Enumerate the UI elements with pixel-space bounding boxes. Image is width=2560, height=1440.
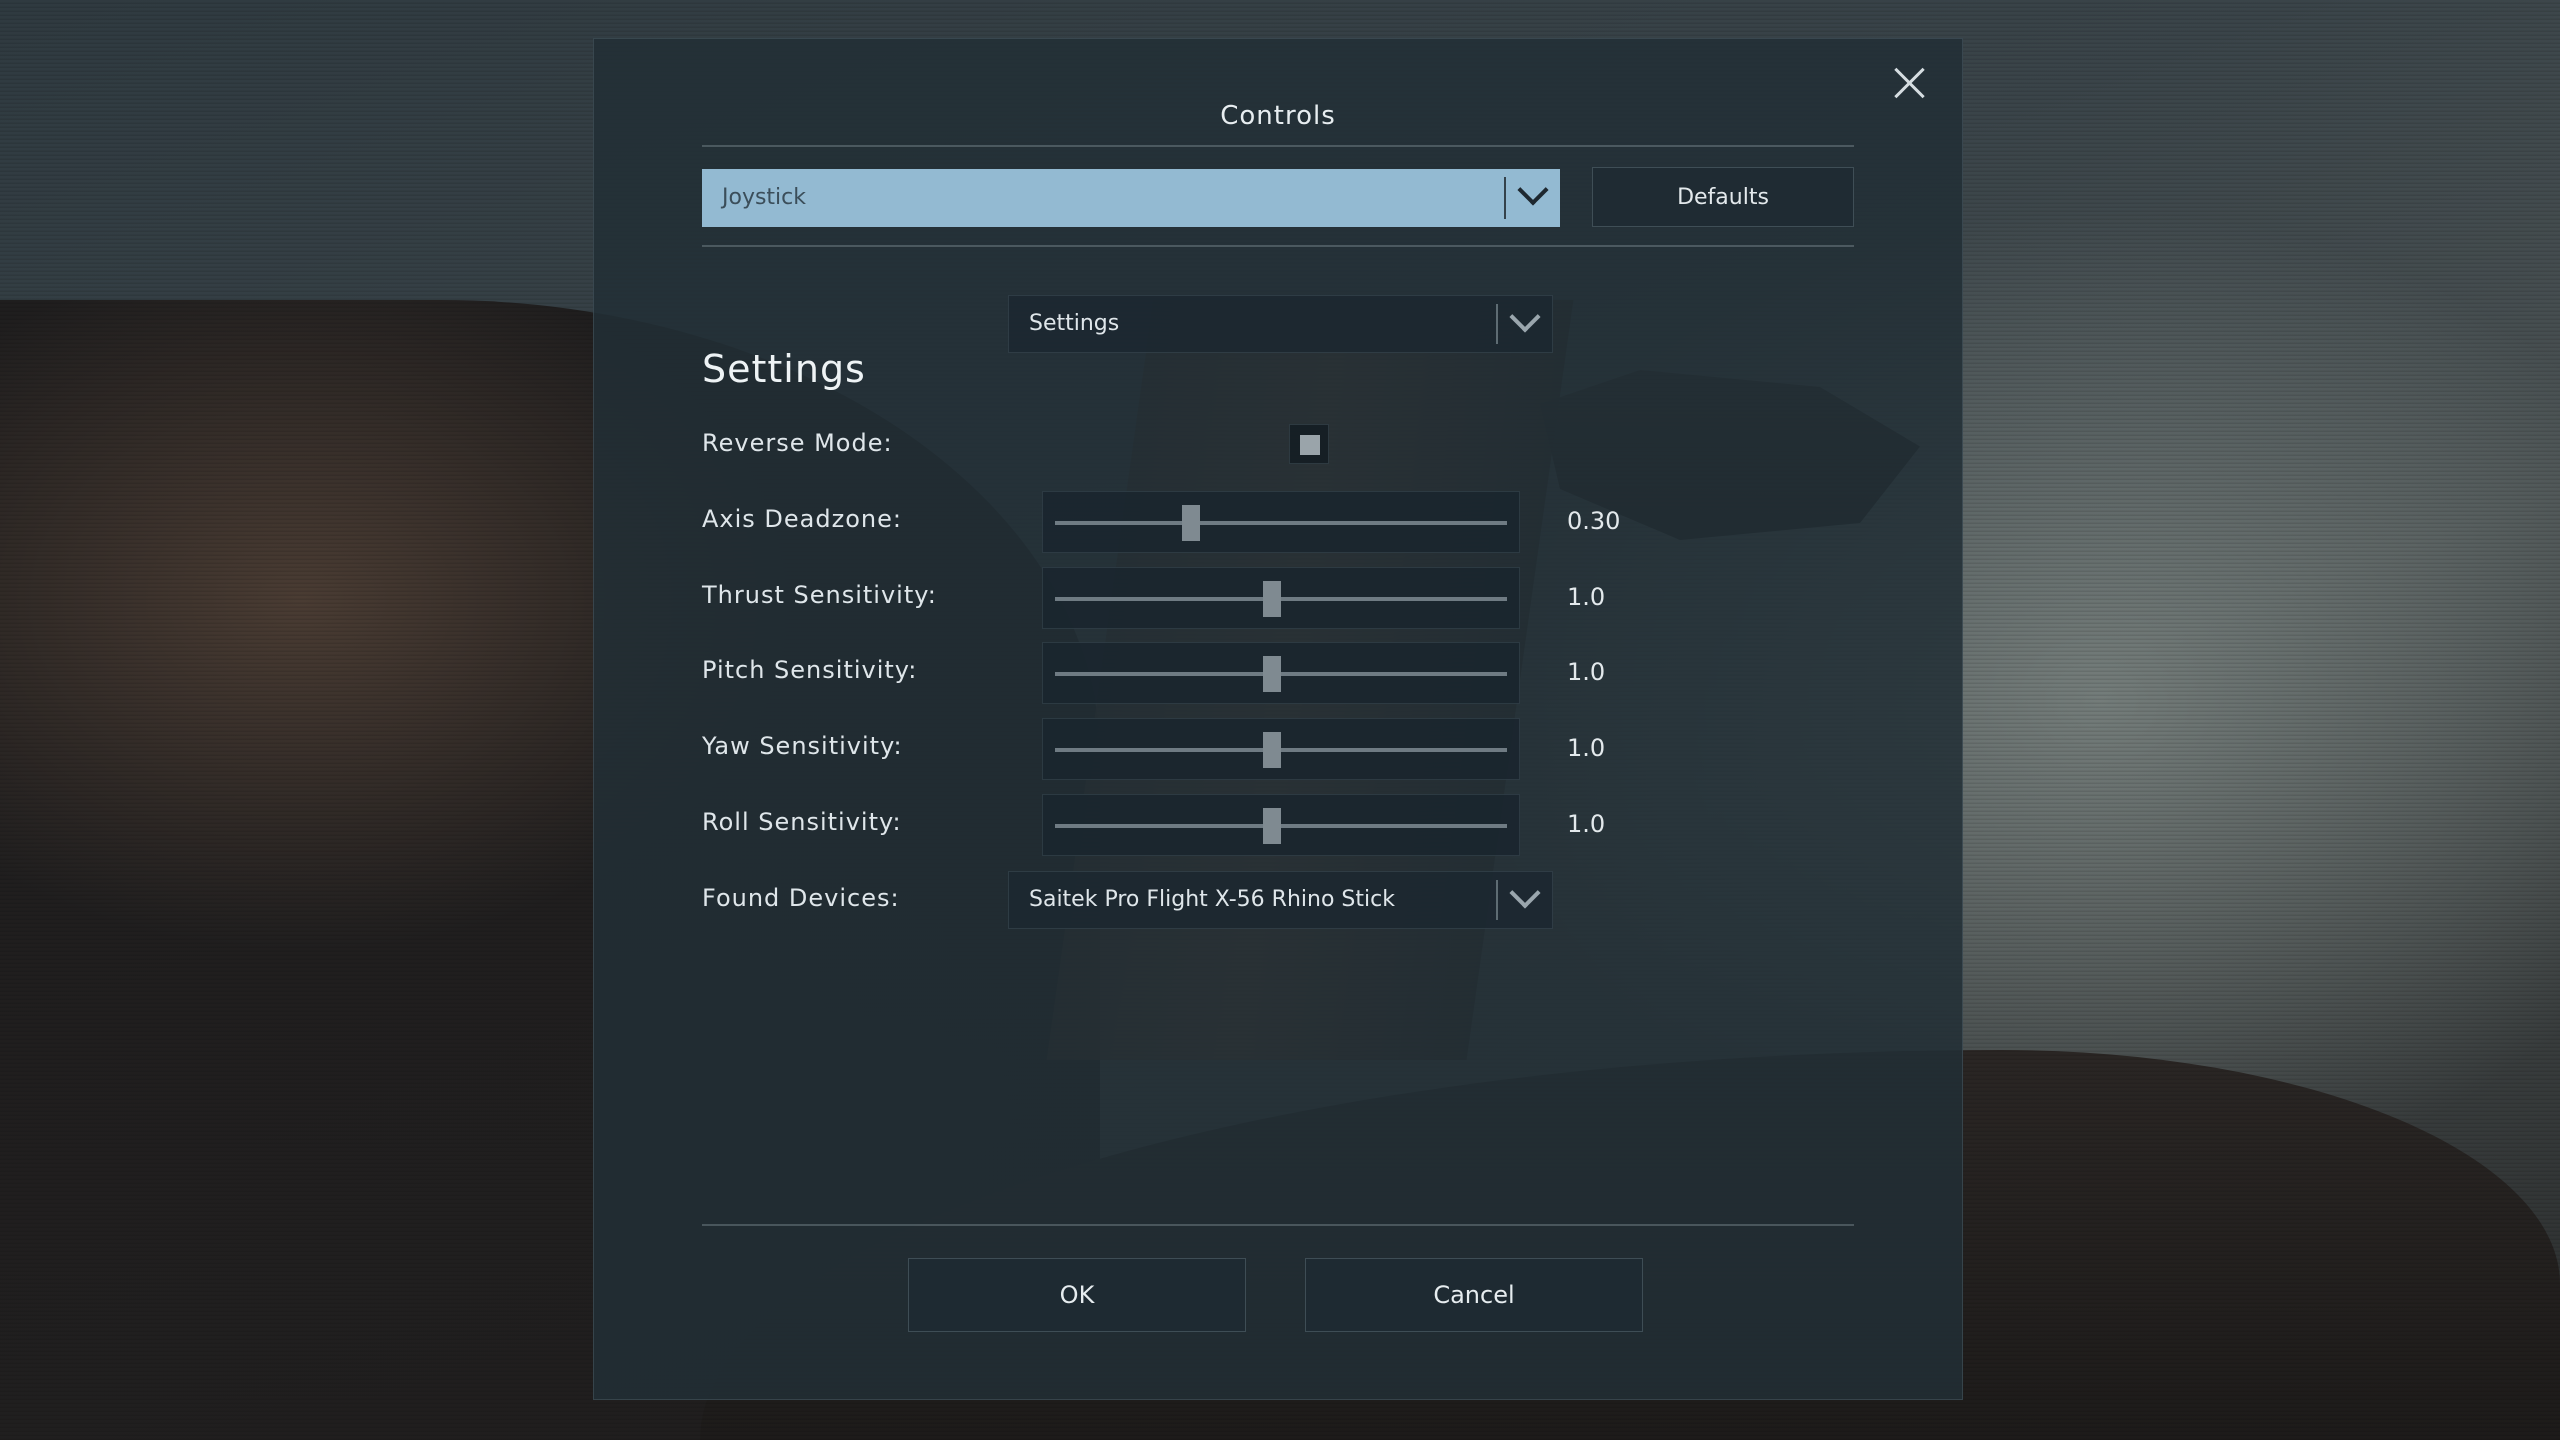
axis-deadzone-slider[interactable] [1042,491,1520,553]
slider-track [1055,672,1507,676]
close-icon[interactable] [1888,61,1932,105]
slider-track [1055,748,1507,752]
found-devices-label: Found Devices: [702,884,900,912]
slider-track [1055,824,1507,828]
device-type-dropdown[interactable]: Joystick [702,169,1560,227]
thrust-sensitivity-label: Thrust Sensitivity: [702,581,937,609]
roll-sensitivity-value: 1.0 [1567,810,1606,838]
roll-sensitivity-slider[interactable] [1042,794,1520,856]
controls-dialog: Controls Joystick Defaults Settings Sett… [593,38,1963,1400]
roll-sensitivity-label: Roll Sensitivity: [702,808,902,836]
dropdown-divider [1496,880,1498,920]
reverse-mode-checkbox[interactable] [1289,424,1329,464]
thrust-sensitivity-value: 1.0 [1567,583,1606,611]
chevron-down-icon [1509,877,1541,909]
yaw-sensitivity-label: Yaw Sensitivity: [702,732,903,760]
axis-deadzone-value: 0.30 [1567,507,1621,535]
yaw-sensitivity-slider[interactable] [1042,718,1520,780]
slider-thumb[interactable] [1262,581,1281,617]
yaw-sensitivity-value: 1.0 [1567,734,1606,762]
ok-button[interactable]: OK [908,1258,1246,1332]
chevron-down-icon [1509,301,1541,333]
found-devices-dropdown[interactable]: Saitek Pro Flight X-56 Rhino Stick [1008,871,1553,929]
section-dropdown[interactable]: Settings [1008,295,1553,353]
section-value: Settings [1029,311,1120,336]
thrust-sensitivity-slider[interactable] [1042,567,1520,629]
checkbox-indicator [1300,435,1320,455]
divider [702,245,1854,247]
defaults-button[interactable]: Defaults [1592,167,1854,227]
divider [702,145,1854,147]
cancel-button[interactable]: Cancel [1305,1258,1643,1332]
slider-thumb[interactable] [1262,732,1281,768]
slider-track [1055,597,1507,601]
slider-track [1055,521,1507,525]
slider-thumb[interactable] [1262,808,1281,844]
device-type-value: Joystick [722,185,807,210]
pitch-sensitivity-value: 1.0 [1567,658,1606,686]
dialog-title: Controls [1220,101,1336,131]
slider-thumb[interactable] [1181,505,1200,541]
found-devices-value: Saitek Pro Flight X-56 Rhino Stick [1029,887,1395,912]
slider-thumb[interactable] [1262,656,1281,692]
chevron-down-icon [1517,174,1549,206]
axis-deadzone-label: Axis Deadzone: [702,505,902,533]
section-heading: Settings [702,347,866,391]
reverse-mode-label: Reverse Mode: [702,429,893,457]
dropdown-divider [1504,177,1506,219]
dropdown-divider [1496,304,1498,344]
pitch-sensitivity-label: Pitch Sensitivity: [702,656,918,684]
divider [702,1224,1854,1226]
pitch-sensitivity-slider[interactable] [1042,642,1520,704]
